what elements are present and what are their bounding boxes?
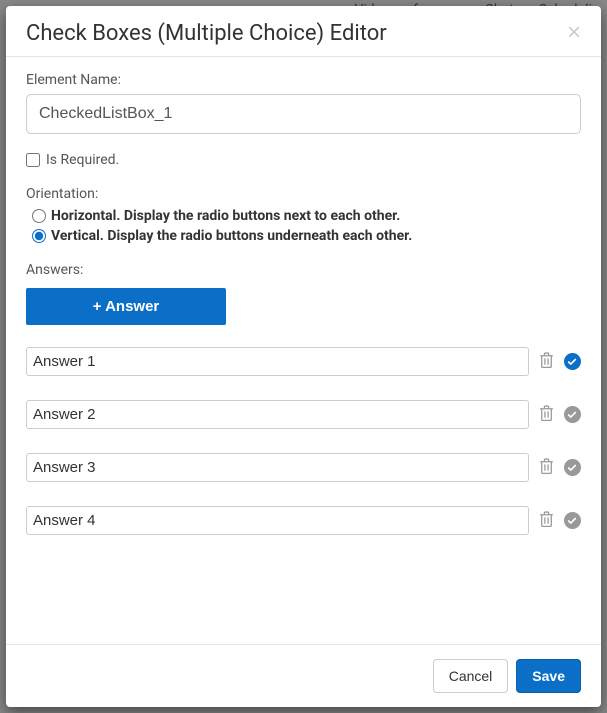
editor-modal: Check Boxes (Multiple Choice) Editor × E… xyxy=(6,6,601,707)
answer-row xyxy=(26,506,581,535)
answer-input[interactable] xyxy=(26,347,529,376)
element-name-section: Element Name: xyxy=(26,72,581,134)
delete-answer-button[interactable] xyxy=(537,459,555,477)
answer-input[interactable] xyxy=(26,453,529,482)
check-circle-icon xyxy=(564,512,581,529)
modal-title: Check Boxes (Multiple Choice) Editor xyxy=(26,21,387,46)
delete-answer-button[interactable] xyxy=(537,512,555,530)
close-button[interactable]: × xyxy=(567,21,581,45)
answer-input[interactable] xyxy=(26,400,529,429)
toggle-default-answer-button[interactable] xyxy=(563,459,581,477)
trash-icon xyxy=(539,511,554,531)
add-answer-button[interactable]: + Answer xyxy=(26,288,226,325)
is-required-checkbox[interactable] xyxy=(26,153,40,167)
modal-header: Check Boxes (Multiple Choice) Editor × xyxy=(6,6,601,56)
cancel-button[interactable]: Cancel xyxy=(433,659,509,693)
modal-footer: Cancel Save xyxy=(6,645,601,707)
delete-answer-button[interactable] xyxy=(537,406,555,424)
answers-section: Answers: + Answer xyxy=(26,262,581,535)
check-circle-icon xyxy=(564,406,581,423)
element-name-input[interactable] xyxy=(26,94,581,134)
orientation-section: Orientation: Horizontal. Display the rad… xyxy=(26,186,581,244)
is-required-label[interactable]: Is Required. xyxy=(46,152,119,168)
answers-list xyxy=(26,347,581,535)
orientation-label: Orientation: xyxy=(26,186,581,202)
trash-icon xyxy=(539,458,554,478)
orientation-vertical-radio[interactable] xyxy=(32,229,46,243)
answers-label: Answers: xyxy=(26,262,581,278)
close-icon: × xyxy=(567,19,581,46)
check-circle-icon xyxy=(564,353,581,370)
trash-icon xyxy=(539,352,554,372)
check-circle-icon xyxy=(564,459,581,476)
toggle-default-answer-button[interactable] xyxy=(563,406,581,424)
is-required-section: Is Required. xyxy=(26,152,581,168)
modal-body: Element Name: Is Required. Orientation: … xyxy=(6,57,601,644)
answer-row xyxy=(26,400,581,429)
save-button[interactable]: Save xyxy=(516,659,581,693)
element-name-label: Element Name: xyxy=(26,72,581,88)
answer-row xyxy=(26,347,581,376)
orientation-horizontal-label[interactable]: Horizontal. Display the radio buttons ne… xyxy=(51,208,400,224)
answer-row xyxy=(26,453,581,482)
orientation-horizontal-radio[interactable] xyxy=(32,209,46,223)
trash-icon xyxy=(539,405,554,425)
toggle-default-answer-button[interactable] xyxy=(563,512,581,530)
answer-input[interactable] xyxy=(26,506,529,535)
toggle-default-answer-button[interactable] xyxy=(563,353,581,371)
orientation-vertical-label[interactable]: Vertical. Display the radio buttons unde… xyxy=(51,228,412,244)
delete-answer-button[interactable] xyxy=(537,353,555,371)
